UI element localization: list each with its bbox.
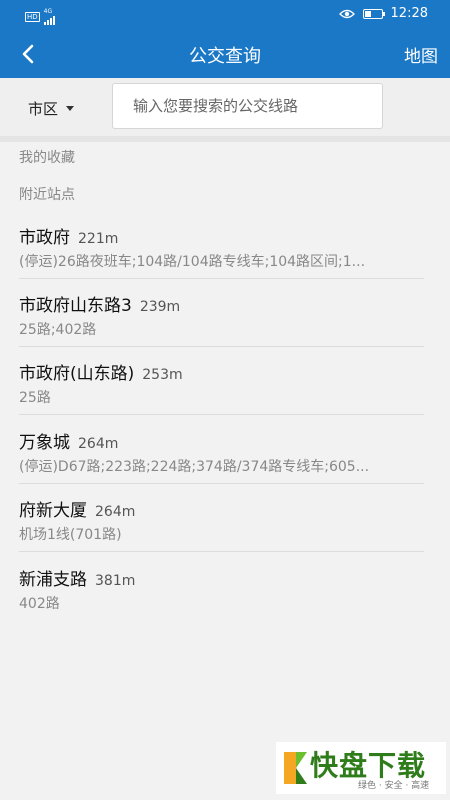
stop-name: 市政府山东路3 xyxy=(19,296,132,316)
stop-routes: (停运)D67路;223路;224路;374路/374路专线车;605... xyxy=(19,459,370,475)
region-dropdown[interactable]: 市区 xyxy=(28,98,75,119)
divider xyxy=(19,414,424,415)
stop-distance: 264m xyxy=(95,504,136,520)
stop-item[interactable]: 市政府(山东路) 253m 25路 xyxy=(0,347,450,415)
clock-time: 12:28 xyxy=(390,6,428,21)
stop-distance: 381m xyxy=(95,573,136,589)
stop-name: 市政府 xyxy=(19,228,70,248)
stop-item[interactable]: 府新大厦 264m 机场1线(701路) xyxy=(0,484,450,552)
stop-item[interactable]: 万象城 264m (停运)D67路;223路;224路;374路/374路专线车… xyxy=(0,416,450,484)
stop-name: 市政府(山东路) xyxy=(19,364,135,384)
signal-strength-icon xyxy=(43,15,55,25)
section-nearby-stops: 附近站点 xyxy=(19,187,75,203)
stop-name: 新浦支路 xyxy=(19,570,87,590)
stop-routes: 402路 xyxy=(19,596,60,612)
watermark-slogan: 绿色 · 安全 · 高速 xyxy=(358,781,430,791)
caret-down-icon xyxy=(66,106,75,111)
battery-icon xyxy=(362,8,385,19)
stop-distance: 253m xyxy=(142,367,183,383)
app-header: 公交查询 地图 xyxy=(0,30,450,78)
region-label: 市区 xyxy=(28,100,59,118)
signal-indicators: HD 4G xyxy=(25,9,55,25)
watermark-logo: 快盘下载 绿色 · 安全 · 高速 xyxy=(276,742,446,794)
stop-routes: 机场1线(701路) xyxy=(19,527,122,543)
stop-distance: 239m xyxy=(139,299,181,315)
hd-badge: HD xyxy=(25,12,40,22)
section-favorites[interactable]: 我的收藏 xyxy=(19,147,75,167)
search-bar: 市区 xyxy=(0,78,450,136)
bus-route-search-input[interactable] xyxy=(112,83,383,129)
stop-item[interactable]: 市政府山东路3 239m 25路;402路 xyxy=(0,279,450,347)
stop-name: 府新大厦 xyxy=(19,501,87,521)
stop-name: 万象城 xyxy=(19,433,70,453)
stop-item[interactable]: 新浦支路 381m 402路 xyxy=(0,553,450,621)
stop-item[interactable]: 市政府 221m (停运)26路夜班车;104路/104路专线车;104路区间;… xyxy=(0,211,450,279)
page-title: 公交查询 xyxy=(189,46,261,67)
stop-routes: 25路;402路 xyxy=(19,322,97,338)
divider xyxy=(19,551,424,552)
status-bar: HD 4G 12:28 xyxy=(0,0,450,30)
brand-logo-icon xyxy=(284,752,307,784)
stop-routes: 25路 xyxy=(19,390,51,406)
eye-comfort-icon xyxy=(338,9,355,18)
stop-list-area: 我的收藏 附近站点 市政府 221m (停运)26路夜班车;104路/104路专… xyxy=(0,142,450,800)
stop-routes: (停运)26路夜班车;104路/104路专线车;104路区间;1... xyxy=(19,254,366,270)
stop-distance: 221m xyxy=(78,231,119,247)
map-button[interactable]: 地图 xyxy=(404,42,438,67)
stop-distance: 264m xyxy=(78,436,119,452)
